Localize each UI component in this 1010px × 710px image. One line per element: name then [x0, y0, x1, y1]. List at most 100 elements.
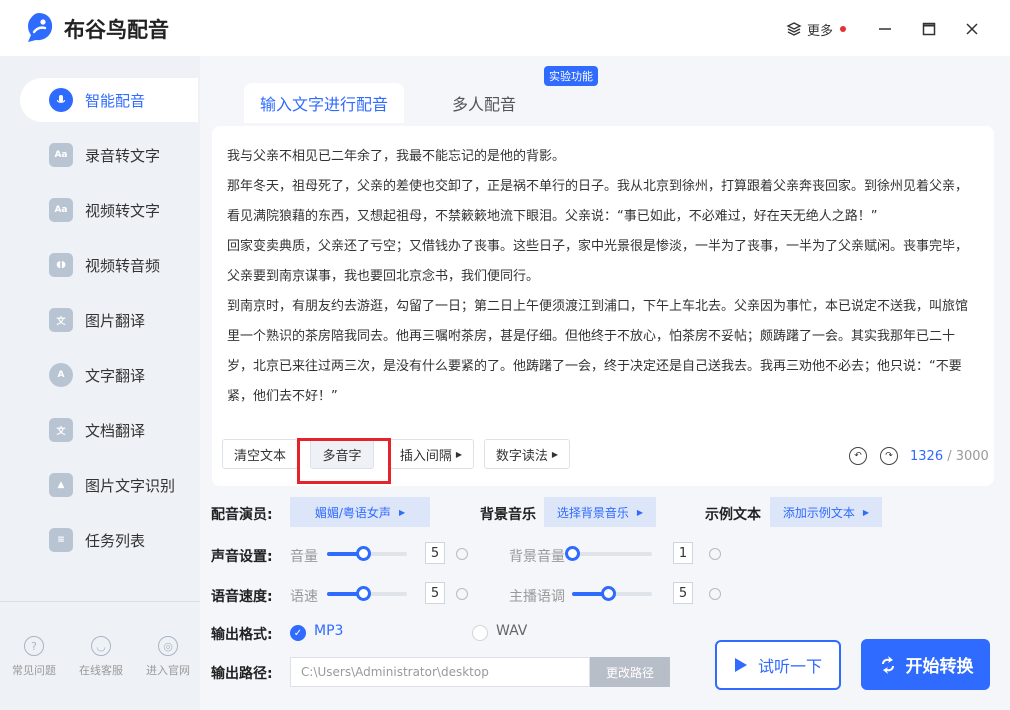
wav-label[interactable]: WAV [496, 623, 527, 639]
polyphone-button[interactable]: 多音字 [310, 439, 374, 469]
faq-link[interactable]: ? 常见问题 [4, 636, 64, 678]
sidebar-item-doc-translate[interactable]: 文 文档翻译 [20, 408, 198, 452]
tone-slider[interactable] [572, 586, 652, 601]
doc-translate-icon: 文 [49, 418, 73, 442]
title-bar: 布谷鸟配音 更多 [0, 0, 1010, 56]
sidebar-item-label: 视频转文字 [85, 201, 161, 220]
bgm-value: 选择背景音乐 [556, 505, 629, 520]
wav-radio[interactable] [472, 625, 488, 641]
char-count: 1326 [910, 449, 944, 464]
voice-label: 配音演员: [211, 507, 273, 523]
insert-pause-button[interactable]: 插入间隔 ▶ [388, 439, 474, 469]
task-list-icon: ≡ [49, 528, 73, 552]
sidebar-item-ocr[interactable]: ▲ 图片文字识别 [20, 463, 198, 507]
volume-slider-knob[interactable] [356, 546, 371, 561]
volume-slider[interactable] [327, 546, 407, 561]
sidebar-item-text-translate[interactable]: A 文字翻译 [20, 353, 198, 397]
mp3-label[interactable]: MP3 [314, 623, 343, 639]
tone-slider-knob[interactable] [601, 586, 616, 601]
number-reading-label: 数字读法 [495, 448, 548, 464]
website-link[interactable]: ◎ 进入官网 [138, 636, 198, 678]
speed-value[interactable]: 5 [425, 582, 445, 604]
bg-volume-reset-icon[interactable] [709, 548, 721, 560]
minimize-button[interactable] [870, 14, 900, 44]
volume-reset-icon[interactable] [456, 548, 468, 560]
more-label: 更多 [807, 23, 834, 39]
question-icon: ? [24, 636, 44, 656]
editor-paragraph: 回家变卖典质，父亲还了亏空；又借钱办了丧事。这些日子，家中光景很是惨淡，一半为了… [227, 239, 969, 284]
layers-icon [786, 22, 802, 36]
planet-icon: ◎ [158, 636, 178, 656]
maximize-icon [922, 22, 936, 36]
tab-multi-voice[interactable]: 多人配音 [404, 83, 564, 123]
tab-text-dubbing[interactable]: 输入文字进行配音 [244, 83, 404, 123]
text-editor[interactable]: 我与父亲不相见已二年余了，我最不能忘记的是他的背影。 那年冬天，祖母死了，父亲的差… [212, 126, 994, 486]
sample-text-label: 示例文本 [705, 507, 761, 523]
sidebar-item-task-list[interactable]: ≡ 任务列表 [20, 518, 198, 562]
editor-textarea[interactable]: 我与父亲不相见已二年余了，我最不能忘记的是他的背影。 那年冬天，祖母死了，父亲的差… [227, 142, 979, 434]
image-translate-icon: 文 [49, 308, 73, 332]
triangle-right-icon: ▶ [398, 507, 406, 517]
format-label: 输出格式: [211, 627, 273, 643]
mp3-radio[interactable]: ✓ [290, 625, 306, 641]
preview-label: 试听一下 [757, 657, 822, 676]
voice-select[interactable]: 媚媚/粤语女声 ▶ [290, 497, 430, 527]
sidebar-item-label: 任务列表 [85, 531, 146, 550]
speed-slider[interactable] [327, 586, 407, 601]
customer-service-label: 在线客服 [79, 664, 123, 677]
bgm-select[interactable]: 选择背景音乐 ▶ [544, 497, 656, 527]
website-label: 进入官网 [146, 664, 190, 677]
editor-paragraph: 到南京时，有朋友约去游逛，勾留了一日；第二日上午便须渡江到浦口，下午上车北去。父… [227, 299, 969, 404]
bg-volume-slider-knob[interactable] [565, 546, 580, 561]
close-icon [966, 23, 978, 35]
sample-text-select[interactable]: 添加示例文本 ▶ [770, 497, 882, 527]
change-path-button[interactable]: 更改路径 [590, 657, 670, 687]
headset-icon: ◡ [91, 636, 111, 656]
audio-text-icon: Aa [49, 143, 73, 167]
sidebar-item-video-to-audio[interactable]: ◖◗ 视频转音频 [20, 243, 198, 287]
bg-volume-slider[interactable] [565, 546, 652, 561]
number-reading-button[interactable]: 数字读法 ▶ [484, 439, 570, 469]
undo-icon[interactable]: ↶ [849, 447, 867, 465]
char-counter: 1326 / 3000 [910, 449, 989, 464]
speed-reset-icon[interactable] [456, 588, 468, 600]
redo-icon[interactable]: ↷ [880, 447, 898, 465]
sidebar-item-video-to-text[interactable]: Aa 视频转文字 [20, 188, 198, 232]
clear-text-button[interactable]: 清空文本 [222, 439, 298, 469]
start-convert-label: 开始转换 [905, 657, 974, 677]
start-convert-button[interactable]: 开始转换 [861, 639, 990, 690]
tone-value[interactable]: 5 [673, 582, 693, 604]
experimental-badge: 实验功能 [544, 66, 598, 86]
triangle-right-icon: ▶ [455, 449, 463, 459]
editor-paragraph: 那年冬天，祖母死了，父亲的差使也交卸了，正是祸不单行的日子。我从北京到徐州，打算… [227, 179, 969, 224]
more-button[interactable]: 更多 [786, 18, 847, 40]
preview-button[interactable]: 试听一下 [715, 640, 841, 690]
bg-volume-value[interactable]: 1 [673, 542, 693, 564]
speed-slider-knob[interactable] [356, 586, 371, 601]
close-button[interactable] [957, 14, 987, 44]
sound-settings-label: 声音设置: [211, 549, 273, 565]
triangle-right-icon: ▶ [636, 507, 644, 517]
sidebar-item-label: 文字翻译 [85, 366, 146, 385]
customer-service-link[interactable]: ◡ 在线客服 [71, 636, 131, 678]
bgm-label: 背景音乐 [480, 507, 536, 523]
output-path-field[interactable]: C:\Users\Administrator\desktop [290, 657, 590, 687]
app-logo-icon [28, 13, 53, 42]
ocr-icon: ▲ [49, 473, 73, 497]
triangle-right-icon: ▶ [551, 449, 559, 459]
sidebar-item-image-translate[interactable]: 文 图片翻译 [20, 298, 198, 342]
notification-dot [840, 26, 847, 32]
sidebar-item-label: 视频转音频 [85, 256, 161, 275]
volume-value[interactable]: 5 [425, 542, 445, 564]
sidebar-item-label: 录音转文字 [85, 146, 161, 165]
maximize-button[interactable] [914, 14, 944, 44]
sidebar-item-label: 图片翻译 [85, 311, 146, 330]
tone-reset-icon[interactable] [709, 588, 721, 600]
volume-label: 音量 [290, 549, 318, 565]
voice-value: 媚媚/粤语女声 [314, 505, 391, 520]
speed-label: 语速 [290, 589, 318, 605]
sidebar: 智能配音 Aa 录音转文字 Aa 视频转文字 ◖◗ 视频转音频 文 图片翻译 A… [0, 56, 200, 710]
sidebar-item-audio-to-text[interactable]: Aa 录音转文字 [20, 133, 198, 177]
text-translate-icon: A [49, 363, 73, 387]
sidebar-item-smart-dubbing[interactable]: 智能配音 [20, 78, 198, 122]
